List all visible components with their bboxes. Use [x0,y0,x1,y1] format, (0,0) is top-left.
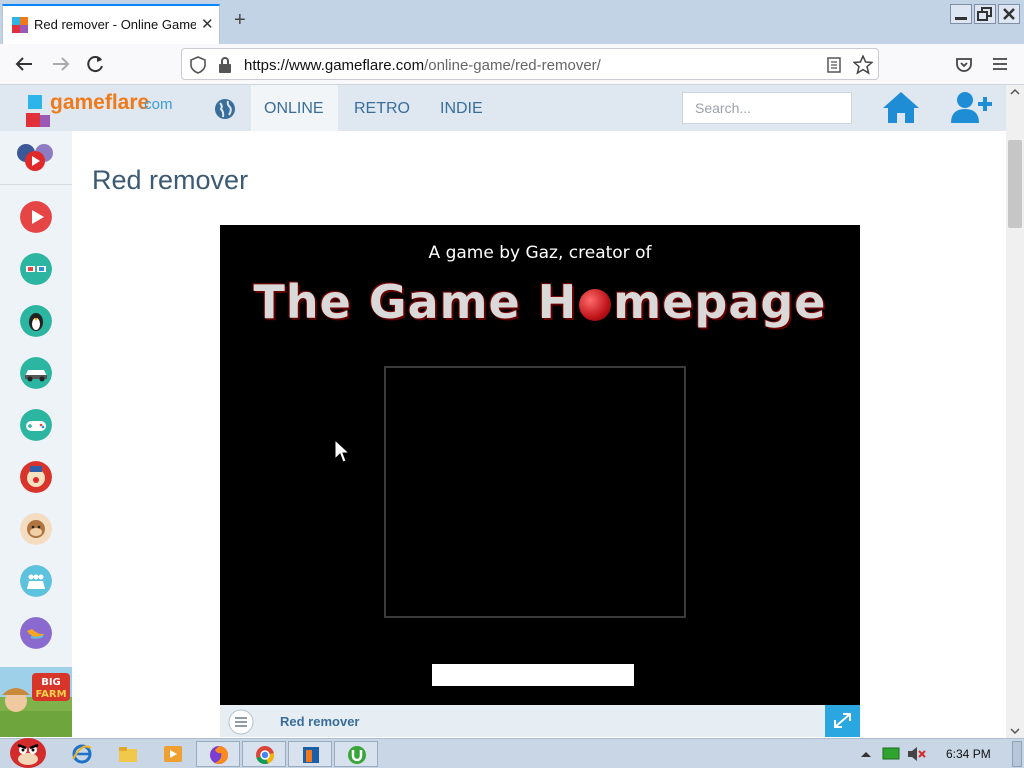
game-loading-bar [432,664,634,686]
browser-tab-bar: Red remover - Online Game ✕ + [0,0,1024,44]
mouse-cursor-icon [334,439,350,463]
monkey-icon[interactable] [20,513,52,545]
address-bar[interactable]: https://www.gameflare.com/online-game/re… [181,48,879,80]
tab-title: Red remover - Online Game [34,17,196,32]
game-title-right: mepage [613,275,827,329]
crowd-icon[interactable] [20,565,52,597]
taskbar-chrome[interactable] [242,741,286,767]
media-player-icon[interactable] [163,744,183,764]
firefox-icon [210,746,228,764]
shield-icon[interactable] [190,56,206,74]
back-icon[interactable] [14,56,34,72]
sidebar-divider [0,184,72,185]
globe-icon[interactable] [214,98,236,120]
restore-icon [977,7,992,21]
page-scrollbar[interactable] [1006,85,1024,738]
menu-hamburger-icon[interactable] [992,57,1008,71]
chrome-icon [256,746,275,765]
page-title: Red remover [92,165,249,195]
scroll-up-icon[interactable] [1006,86,1024,98]
url-path: /online-game/red-remover/ [424,57,601,74]
new-tab-button[interactable]: + [234,9,246,32]
search-box[interactable] [682,92,852,124]
close-window-button[interactable] [998,4,1020,24]
pocket-icon[interactable] [955,56,973,74]
game-play-area[interactable] [384,366,686,618]
minimize-button[interactable] [950,4,972,24]
bomb-icon [579,289,612,321]
car-icon[interactable] [20,357,52,389]
site-header: gameflare .com ONLINE RETRO INDIE [0,85,1006,131]
menu-indie[interactable]: INDIE [440,100,483,118]
penguin-icon[interactable] [20,305,52,337]
windows-taskbar: 6:34 PM [0,738,1024,768]
scroll-down-icon[interactable] [1006,725,1024,737]
url-text[interactable]: https://www.gameflare.com/online-game/re… [244,57,601,74]
internet-explorer-icon[interactable] [72,744,92,764]
app-icon [303,747,319,763]
network-icon[interactable] [882,747,900,761]
home-icon[interactable] [881,90,921,124]
game-title-left: The Game H [253,275,578,329]
big-farm-ad[interactable]: BIG FARM [0,667,72,737]
logo-com: .com [140,96,173,113]
play-icon[interactable] [20,201,52,233]
game-footer-bar: Red remover [220,705,860,737]
game-frame[interactable]: A game by Gaz, creator of The Game H mepa… [220,225,860,705]
forward-icon[interactable] [51,56,71,72]
gameflare-favicon-icon [12,17,28,33]
taskbar-utorrent[interactable] [334,741,378,767]
bookmark-star-icon[interactable] [853,55,873,75]
clown-icon[interactable] [20,461,52,493]
game-byline: A game by Gaz, creator of [428,243,652,263]
minimize-icon [955,17,967,20]
restore-button[interactable] [974,4,996,24]
logo-text: gameflare [50,91,150,114]
tray-arrow-icon[interactable] [860,750,872,758]
taskbar-clock[interactable]: 6:34 PM [946,747,991,761]
game-homepage-title[interactable]: The Game H mepage [220,275,860,329]
volume-muted-icon[interactable] [906,746,926,762]
gamepad-icon[interactable] [20,409,52,441]
close-icon [1003,8,1015,20]
file-explorer-icon[interactable] [118,744,138,764]
show-desktop-button[interactable] [1012,741,1022,767]
tab-red-remover[interactable]: Red remover - Online Game ✕ [2,4,220,44]
utorrent-icon [348,746,366,764]
scrollbar-thumb[interactable] [1008,140,1022,228]
gameflare-logo[interactable]: gameflare .com [26,89,186,131]
svg-text:FARM: FARM [35,689,66,700]
lock-icon[interactable] [218,56,232,74]
browser-nav-bar: https://www.gameflare.com/online-game/re… [0,44,1024,85]
reader-view-icon[interactable] [827,57,841,73]
start-button-icon[interactable] [4,733,50,769]
big-farm-ad-image: BIG FARM [0,667,72,737]
svg-text:BIG: BIG [41,677,61,688]
game-menu-icon[interactable] [228,709,254,735]
category-sidebar: BIG FARM [0,131,72,737]
reload-icon[interactable] [87,55,105,73]
logo-cubes-icon [26,95,50,127]
add-user-icon[interactable] [951,91,993,123]
game-footer-title: Red remover [280,714,360,729]
taskbar-firefox[interactable] [196,741,240,767]
social-icon[interactable] [16,141,56,175]
3d-glasses-icon[interactable] [20,253,52,285]
menu-retro[interactable]: RETRO [354,100,410,118]
tab-close-icon[interactable]: ✕ [201,15,214,33]
url-domain: https://www.gameflare.com [244,57,425,74]
menu-online[interactable]: ONLINE [264,100,324,118]
bird-icon[interactable] [20,617,52,649]
fullscreen-icon [834,713,851,728]
taskbar-app[interactable] [288,741,332,767]
search-input[interactable] [683,93,851,123]
fullscreen-button[interactable] [825,705,860,737]
